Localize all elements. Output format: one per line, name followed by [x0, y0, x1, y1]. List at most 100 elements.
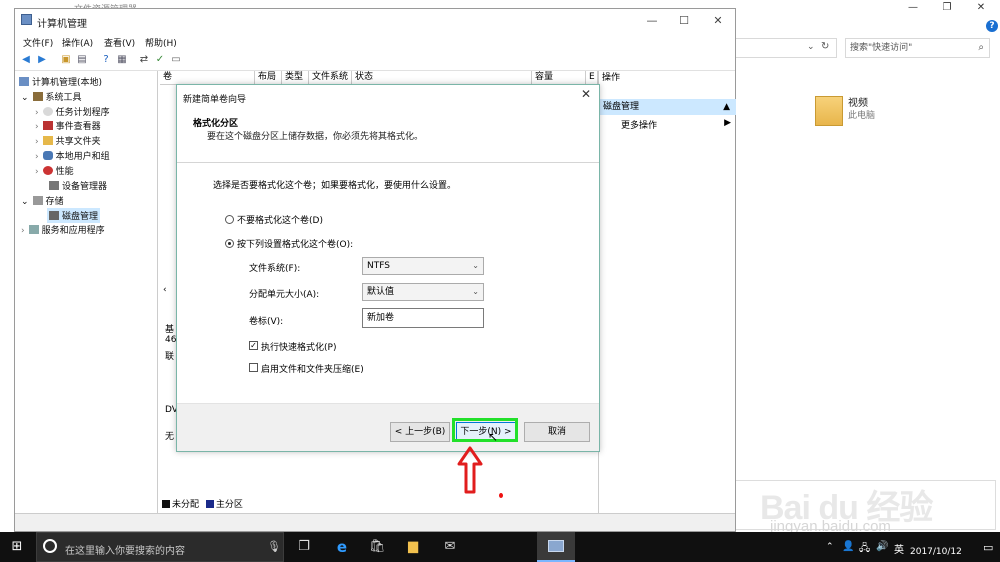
- allocation-unit-select[interactable]: 默认值 ⌄: [362, 283, 484, 301]
- column-filesystem[interactable]: 文件系统: [309, 71, 352, 85]
- collapse-up-icon[interactable]: ▲: [723, 99, 730, 115]
- collapse-chevron-icon[interactable]: ›: [35, 152, 39, 162]
- video-folder-icon[interactable]: [815, 96, 843, 126]
- tree-root-label: 计算机管理(本地): [32, 78, 103, 88]
- actions-more[interactable]: 更多操作 ▶: [621, 118, 731, 131]
- filesystem-select[interactable]: NTFS ⌄: [362, 257, 484, 275]
- tree-item-event-viewer[interactable]: › 事件查看器: [35, 119, 101, 132]
- compression-label[interactable]: 启用文件和文件夹压缩(E): [261, 362, 364, 375]
- minimize-icon[interactable]: —: [898, 0, 928, 16]
- properties-icon[interactable]: ▦: [115, 53, 129, 67]
- tree-item-performance[interactable]: › 性能: [35, 164, 74, 177]
- wizard-body: 选择是否要格式化这个卷；如果要格式化，要使用什么设置。 不要格式化这个卷(D) …: [177, 163, 599, 403]
- users-icon: [42, 151, 53, 160]
- close-icon[interactable]: ✕: [966, 0, 996, 16]
- menu-action[interactable]: 操作(A): [62, 36, 93, 49]
- menu-view[interactable]: 查看(V): [104, 36, 135, 49]
- collapse-chevron-icon[interactable]: ›: [35, 167, 39, 177]
- address-bar[interactable]: ⌄ ↻: [735, 38, 837, 58]
- actions-disk-management[interactable]: 磁盘管理 ▲: [599, 99, 736, 115]
- back-icon[interactable]: ◀: [19, 53, 33, 67]
- cancel-button[interactable]: 取消: [524, 422, 590, 442]
- quick-format-checkbox[interactable]: ✓: [249, 341, 258, 350]
- volume-icon[interactable]: 🔊: [876, 541, 888, 552]
- mmc-maximize-icon[interactable]: ☐: [667, 11, 701, 31]
- collapse-chevron-icon[interactable]: ›: [35, 108, 39, 118]
- input-language[interactable]: 英: [894, 541, 904, 556]
- refresh-icon[interactable]: ↻: [821, 41, 829, 52]
- tree-storage-label: 存储: [45, 197, 64, 207]
- task-view-icon[interactable]: ❐: [296, 539, 312, 555]
- tree-item-root[interactable]: 计算机管理(本地): [19, 75, 102, 88]
- microphone-icon[interactable]: 🎙: [267, 540, 281, 553]
- taskbar-search-box[interactable]: 在这里输入你要搜索的内容 🎙: [36, 532, 284, 562]
- legend-primary: 主分区: [215, 500, 243, 510]
- radio-format-label[interactable]: 按下列设置格式化这个卷(O):: [237, 237, 353, 250]
- dropdown-chevron-icon[interactable]: ⌄: [807, 42, 815, 52]
- edge-icon[interactable]: e: [334, 539, 350, 555]
- notification-icon[interactable]: ▭: [983, 541, 993, 554]
- restore-icon[interactable]: ❐: [932, 0, 962, 16]
- column-extra[interactable]: E: [586, 71, 598, 85]
- column-status[interactable]: 状态: [352, 71, 532, 85]
- tree-item-services-apps[interactable]: › 服务和应用程序: [21, 223, 105, 236]
- tree-item-system-tools[interactable]: ⌄ 系统工具: [21, 90, 82, 103]
- mail-icon[interactable]: ✉: [442, 539, 458, 555]
- wizard-close-icon[interactable]: ✕: [581, 87, 591, 101]
- taskbar-date[interactable]: 2017/10/12: [910, 547, 962, 557]
- menu-help[interactable]: 帮助(H): [145, 36, 177, 49]
- column-volume[interactable]: 卷: [160, 71, 255, 85]
- file-explorer-icon[interactable]: ▆: [405, 539, 421, 555]
- taskbar-computer-management[interactable]: [537, 532, 575, 562]
- unallocated-swatch: [162, 500, 170, 508]
- tree-item-device-manager[interactable]: 设备管理器: [49, 179, 107, 192]
- menu-file[interactable]: 文件(F): [23, 36, 53, 49]
- network-icon[interactable]: 🖧: [859, 541, 870, 558]
- collapse-chevron-icon[interactable]: ›: [21, 226, 25, 236]
- collapse-chevron-icon[interactable]: ›: [35, 137, 39, 147]
- up-folder-icon[interactable]: ▣: [59, 53, 73, 67]
- tree-item-disk-management[interactable]: 磁盘管理: [47, 208, 101, 223]
- radio-no-format[interactable]: [225, 215, 234, 224]
- column-type[interactable]: 类型: [282, 71, 309, 85]
- compression-checkbox[interactable]: [249, 363, 258, 372]
- tree-item-task-scheduler[interactable]: › 任务计划程序: [35, 105, 110, 118]
- help-icon[interactable]: ?: [986, 20, 998, 32]
- connect-icon[interactable]: ⇄: [137, 53, 151, 67]
- column-layout[interactable]: 布局: [255, 71, 282, 85]
- show-tree-icon[interactable]: ▤: [75, 53, 89, 67]
- console-icon[interactable]: ▭: [169, 53, 183, 67]
- column-capacity[interactable]: 容量: [532, 71, 586, 85]
- tree-item-local-users[interactable]: › 本地用户和组: [35, 149, 110, 162]
- taskbar: ⊞ 在这里输入你要搜索的内容 🎙 ❐ e 🛍 ▆ ✉ ⌃ 👤 🖧 🔊 英 201…: [0, 532, 1000, 562]
- performance-icon: [42, 166, 53, 175]
- expand-chevron-icon[interactable]: ⌄: [21, 93, 29, 103]
- store-icon[interactable]: 🛍: [369, 539, 386, 555]
- video-folder-title[interactable]: 视频: [848, 94, 868, 109]
- scroll-left-icon[interactable]: ‹: [163, 285, 167, 295]
- forward-icon[interactable]: ▶: [35, 53, 49, 67]
- mmc-close-icon[interactable]: ✕: [701, 11, 735, 31]
- help-book-icon[interactable]: ?: [99, 53, 113, 67]
- tree-item-storage[interactable]: ⌄ 存储: [21, 194, 64, 207]
- radio-format[interactable]: [225, 239, 234, 248]
- collapse-chevron-icon[interactable]: ›: [35, 122, 39, 132]
- windows-start-icon[interactable]: ⊞: [9, 539, 25, 555]
- disk-legend: 未分配 主分区: [158, 497, 598, 513]
- tray-chevron-icon[interactable]: ⌃: [826, 542, 834, 552]
- explorer-search-input[interactable]: 搜索"快速访问" ⌕: [845, 38, 990, 58]
- expand-chevron-icon[interactable]: ⌄: [21, 197, 29, 207]
- device-manager-icon: [49, 181, 59, 190]
- actions-selected-label: 磁盘管理: [603, 102, 640, 112]
- wizard-subheading: 要在这个磁盘分区上储存数据，你必须先将其格式化。: [207, 132, 424, 142]
- clock-icon: [42, 107, 53, 116]
- check-icon[interactable]: ✓: [153, 53, 167, 67]
- people-icon[interactable]: 👤: [842, 541, 854, 552]
- back-button[interactable]: < 上一步(B): [390, 422, 450, 442]
- quick-format-label[interactable]: 执行快速格式化(P): [261, 340, 336, 353]
- wizard-footer: < 上一步(B) 下一步(N) > 取消: [177, 403, 599, 451]
- mmc-minimize-icon[interactable]: —: [635, 11, 669, 31]
- radio-no-format-label[interactable]: 不要格式化这个卷(D): [237, 213, 323, 226]
- volume-label-input[interactable]: 新加卷: [362, 308, 484, 328]
- tree-item-shared-folders[interactable]: › 共享文件夹: [35, 134, 101, 147]
